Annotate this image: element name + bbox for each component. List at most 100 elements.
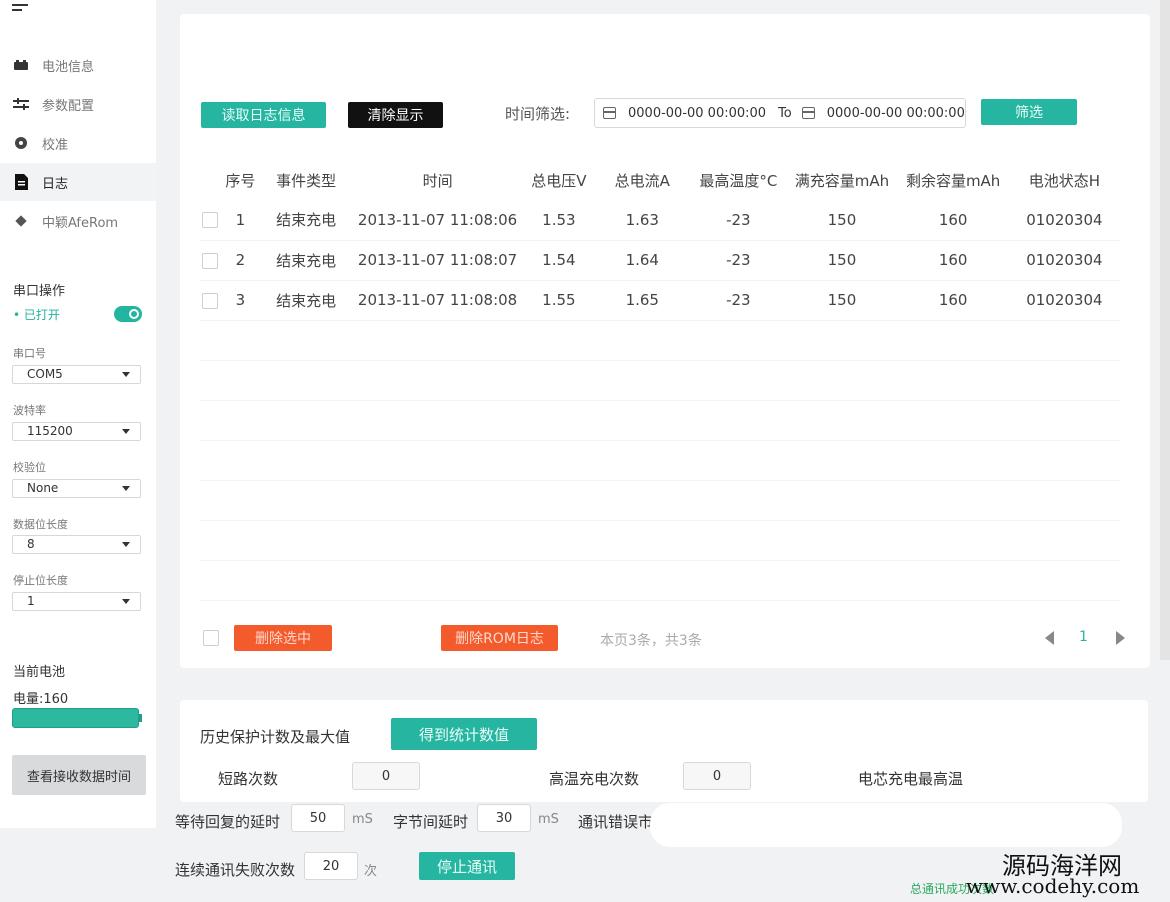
table-cell: 1.63 — [594, 200, 691, 241]
table-cell: 2013-11-07 11:08:06 — [351, 200, 524, 241]
table-cell: 1 — [220, 200, 261, 241]
sidebar-item-params[interactable]: 参数配置 — [0, 85, 156, 123]
date-range-picker[interactable]: 0000-00-00 00:00:00 To 0000-00-00 00:00:… — [594, 98, 966, 128]
empty-row — [200, 520, 1120, 561]
baud-select[interactable]: 115200 — [12, 422, 141, 441]
sidebar-item-log[interactable]: 日志 — [0, 163, 156, 201]
comm-error-label: 通讯错误市 — [578, 813, 654, 831]
filter-button[interactable]: 筛选 — [981, 99, 1077, 125]
chevron-down-icon — [122, 486, 130, 491]
serial-title: 串口操作 — [13, 284, 66, 299]
row-checkbox[interactable] — [202, 292, 219, 309]
table-cell: 2013-11-07 11:08:07 — [351, 240, 524, 281]
table-cell: 2 — [220, 240, 261, 281]
date-to[interactable]: 0000-00-00 00:00:00 — [827, 106, 965, 121]
table-cell: 160 — [897, 280, 1009, 321]
table-cell: 1.53 — [523, 200, 595, 241]
col-header: 时间 — [422, 171, 453, 190]
battery-level-text: 电量:160 — [13, 692, 69, 707]
byte-delay-input[interactable]: 30 — [477, 804, 531, 832]
calendar-icon — [801, 107, 815, 119]
row-checkbox[interactable] — [202, 252, 219, 269]
date-to-label: To — [778, 105, 792, 121]
empty-row — [200, 400, 1120, 441]
next-page-icon[interactable] — [1116, 631, 1125, 645]
table-cell: 结束充电 — [260, 280, 352, 321]
databits-select[interactable]: 8 — [12, 535, 141, 554]
parity-label: 校验位 — [13, 461, 46, 474]
databits-label: 数据位长度 — [13, 518, 68, 531]
sidebar-item-battery-info[interactable]: 电池信息 — [0, 46, 156, 84]
databits-value: 8 — [27, 537, 35, 551]
clear-display-button[interactable]: 清除显示 — [348, 102, 443, 128]
get-stats-button[interactable]: 得到统计数值 — [391, 718, 537, 750]
high-temp-charge-label: 高温充电次数 — [549, 770, 640, 788]
col-header: 剩余容量mAh — [905, 171, 1001, 190]
stats-panel — [180, 700, 1148, 802]
parity-value: None — [27, 481, 59, 495]
table-cell: 01020304 — [1008, 280, 1120, 321]
table-cell: 2013-11-07 11:08:08 — [351, 280, 524, 321]
empty-row — [200, 560, 1120, 601]
sidebar-item-label: 日志 — [42, 176, 69, 192]
prev-page-icon[interactable] — [1045, 631, 1054, 645]
select-all-checkbox[interactable] — [203, 630, 219, 646]
sidebar-item-label: 电池信息 — [42, 59, 95, 75]
col-header: 事件类型 — [276, 171, 337, 190]
stopbits-select[interactable]: 1 — [12, 592, 141, 611]
read-log-button[interactable]: 读取日志信息 — [201, 102, 326, 128]
parity-select[interactable]: None — [12, 479, 141, 498]
table-cell: 结束充电 — [260, 240, 352, 281]
table-row[interactable]: 2 结束充电 2013-11-07 11:08:07 1.54 1.64 -23… — [200, 240, 1120, 281]
document-icon — [12, 174, 30, 190]
table-row[interactable]: 3 结束充电 2013-11-07 11:08:08 1.55 1.65 -23… — [200, 280, 1120, 321]
sidebar-item-calibration[interactable]: 校准 — [0, 124, 156, 162]
empty-row — [200, 360, 1120, 401]
stats-title: 历史保护计数及最大值 — [200, 728, 351, 746]
menu-toggle-icon[interactable] — [12, 4, 28, 14]
delete-selected-button[interactable]: 删除选中 — [234, 625, 332, 651]
serial-toggle[interactable] — [114, 306, 142, 322]
table-cell: 01020304 — [1008, 200, 1120, 241]
cell-max-temp-label: 电芯充电最高温 — [858, 770, 964, 788]
obscured-area — [650, 803, 1122, 847]
table-row[interactable]: 1 结束充电 2013-11-07 11:08:06 1.53 1.63 -23… — [200, 200, 1120, 241]
chevron-down-icon — [122, 429, 130, 434]
delete-rom-log-button[interactable]: 删除ROM日志 — [441, 625, 558, 651]
date-from[interactable]: 0000-00-00 00:00:00 — [628, 106, 766, 121]
short-circuit-value: 0 — [352, 762, 420, 790]
current-page[interactable]: 1 — [1079, 629, 1088, 645]
sidebar-item-afe-rom[interactable]: 中颖AfeRom — [0, 202, 156, 240]
empty-row — [200, 440, 1120, 481]
empty-row — [200, 480, 1120, 521]
table-cell: -23 — [690, 280, 787, 321]
fail-count-input[interactable]: 20 — [304, 852, 358, 880]
empty-row — [200, 320, 1120, 361]
sidebar: 电池信息 参数配置 校准 日志 中颖AfeRom 串口操作 • 已打开 串口号 … — [0, 0, 156, 828]
port-select[interactable]: COM5 — [12, 365, 141, 384]
battery-icon — [12, 57, 30, 73]
table-cell: 01020304 — [1008, 240, 1120, 281]
chevron-down-icon — [122, 599, 130, 604]
table-header: 序号 事件类型 时间 总电压V 总电流A 最高温度°C 满充容量mAh 剩余容量… — [200, 160, 1120, 200]
watermark-en: www.codehy.com — [966, 874, 1140, 898]
table-cell: 160 — [897, 240, 1009, 281]
time-filter-label: 时间筛选: — [505, 105, 571, 123]
stop-comm-button[interactable]: 停止通讯 — [419, 852, 515, 880]
table-cell: 1.54 — [523, 240, 595, 281]
view-receive-time-button[interactable]: 查看接收数据时间 — [12, 755, 146, 795]
reply-delay-unit: mS — [352, 812, 373, 827]
col-header: 序号 — [225, 171, 256, 190]
chip-icon — [12, 213, 30, 229]
battery-title: 当前电池 — [13, 665, 66, 680]
row-checkbox[interactable] — [202, 212, 219, 229]
battery-tip — [139, 714, 142, 722]
scrollbar[interactable] — [1160, 0, 1170, 660]
table-cell: 1.64 — [594, 240, 691, 281]
table-cell: 150 — [786, 200, 898, 241]
table-cell: 150 — [786, 280, 898, 321]
table-cell: -23 — [690, 200, 787, 241]
reply-delay-input[interactable]: 50 — [291, 804, 345, 832]
sliders-icon — [12, 96, 30, 112]
page-info: 本页3条，共3条 — [600, 633, 702, 649]
